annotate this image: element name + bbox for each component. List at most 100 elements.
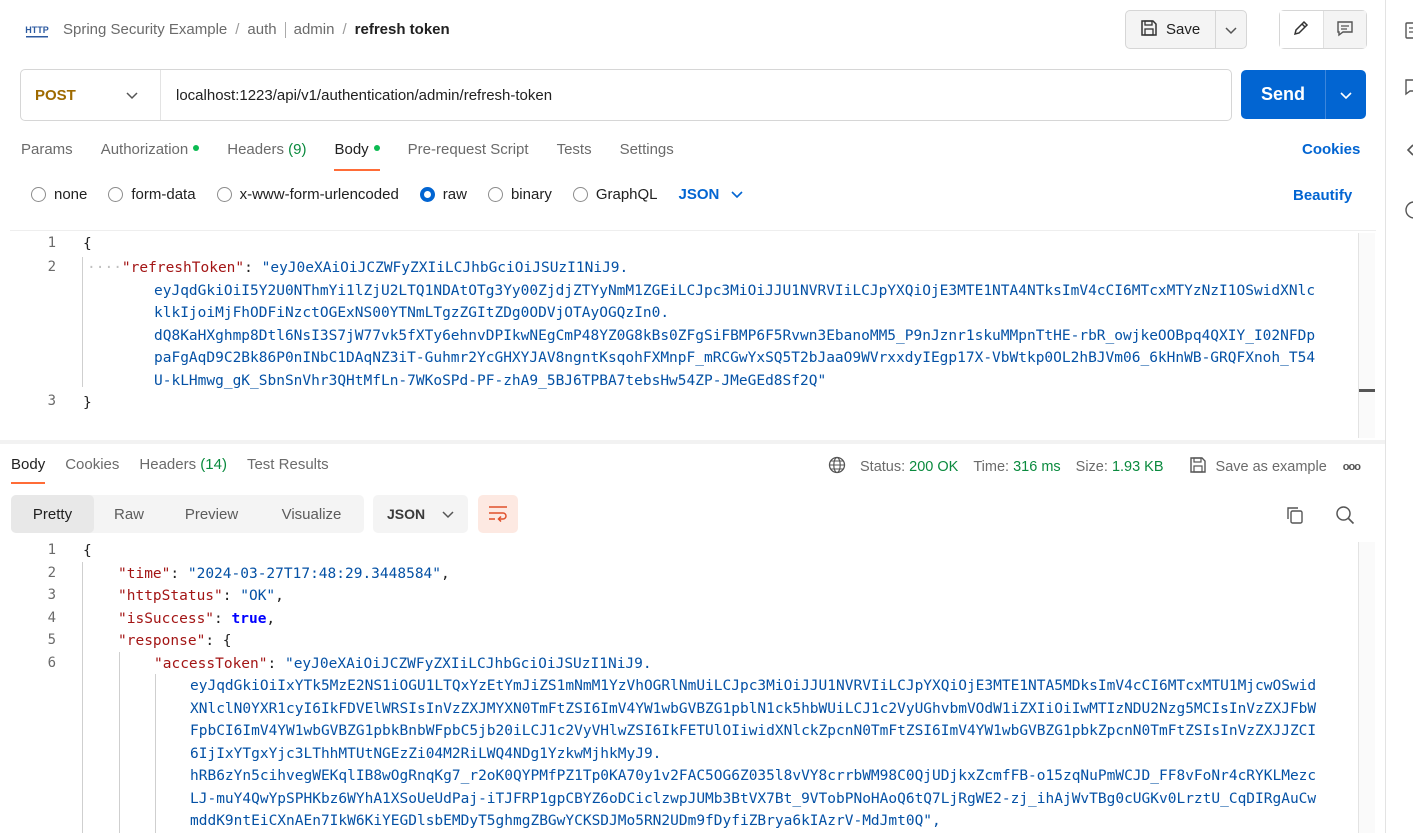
mode-toggle	[1279, 10, 1367, 49]
info-icon[interactable]	[1404, 200, 1413, 223]
save-button[interactable]: Save	[1126, 11, 1216, 48]
radio-urlencoded[interactable]: x-www-form-urlencoded	[216, 186, 399, 203]
beautify-link[interactable]: Beautify	[1293, 187, 1352, 204]
radio-circle-selected	[419, 187, 435, 202]
headers-count: (9)	[288, 141, 307, 158]
documentation-icon[interactable]	[1404, 22, 1413, 43]
body-format-select[interactable]: JSON	[679, 186, 744, 203]
chevron-down-icon	[731, 186, 743, 203]
radio-raw[interactable]: raw	[419, 186, 467, 203]
view-pretty[interactable]: Pretty	[11, 495, 94, 533]
radio-label: x-www-form-urlencoded	[239, 186, 399, 203]
more-options-icon[interactable]: ooo	[1343, 461, 1361, 473]
comments-button[interactable]	[1323, 11, 1366, 48]
tab-params[interactable]: Params	[21, 141, 73, 171]
copy-icon[interactable]	[1285, 505, 1305, 528]
radio-circle	[216, 187, 232, 202]
tab-response-cookies[interactable]: Cookies	[65, 456, 119, 484]
comments-icon[interactable]	[1404, 78, 1413, 99]
request-tabs: Params Authorization Headers (9) Body Pr…	[21, 141, 702, 171]
scrollbar-thumb[interactable]	[1359, 389, 1375, 392]
status-dot	[373, 145, 380, 152]
radio-graphql[interactable]: GraphQL	[572, 186, 658, 203]
code-line: FpbCI6ImV4YW1wbGVBZG1pbkBnbWFpbC5jb20iLC…	[190, 723, 1317, 739]
code-line: paFgAqD9C2Bk86P0nINbC1DAqNZ3iT-Guhmr2YcG…	[154, 350, 1316, 366]
body-format-label: JSON	[678, 186, 720, 203]
radio-label: raw	[442, 186, 467, 203]
code-line: XNlclN0YXR1cyI6IkFDVElWRSIsInVzZXJMYXN0T…	[190, 700, 1317, 717]
breadcrumb-folder-auth[interactable]: auth	[247, 21, 276, 38]
request-body-editor[interactable]: 1 2 3 { ····"refreshToken": "eyJ0eXAiOiJ…	[10, 230, 1376, 438]
json-key: "isSuccess"	[118, 610, 215, 627]
tab-body[interactable]: Body	[334, 141, 380, 171]
globe-icon[interactable]	[828, 456, 846, 478]
line-number: 2	[47, 259, 56, 275]
tab-label: Headers	[139, 456, 197, 473]
cookies-link[interactable]: Cookies	[1302, 141, 1360, 158]
editor-scrollbar[interactable]	[1358, 233, 1375, 438]
code-line: {	[83, 236, 92, 252]
save-example-button[interactable]: Save as example	[1189, 456, 1327, 478]
json-value: "OK"	[240, 588, 276, 604]
tab-tests[interactable]: Tests	[557, 141, 592, 171]
code-line: "accessToken": "eyJ0eXAiOiJCZWFyZXIiLCJh…	[154, 655, 652, 672]
response-scrollbar[interactable]	[1358, 542, 1375, 833]
response-body-viewer[interactable]: 1 2 3 4 5 6 { "time": "2024-03-27T17:48:…	[10, 540, 1376, 833]
line-number: 2	[47, 564, 56, 581]
save-icon	[1189, 456, 1207, 478]
code-icon[interactable]	[1404, 142, 1413, 161]
tab-authorization[interactable]: Authorization	[101, 141, 200, 171]
line-number: 3	[47, 587, 56, 603]
radio-none[interactable]: none	[31, 186, 87, 203]
radio-circle	[31, 187, 46, 202]
breadcrumb-collection[interactable]: Spring Security Example	[63, 21, 227, 38]
tab-authorization-label: Authorization	[100, 141, 189, 158]
tab-pre-request-script[interactable]: Pre-request Script	[408, 141, 529, 171]
tab-test-results[interactable]: Test Results	[247, 456, 329, 484]
http-request-icon: HTTP	[25, 21, 49, 41]
tab-headers[interactable]: Headers (9)	[227, 141, 306, 171]
tab-settings[interactable]: Settings	[620, 141, 674, 171]
line-number: 1	[47, 235, 56, 251]
radio-binary[interactable]: binary	[487, 186, 552, 203]
code-line: LJ-muY4QwYpSPHKbz6WYhA1XSoUeUdPaj-iTJFRP…	[190, 790, 1317, 807]
wrap-lines-button[interactable]	[478, 495, 518, 533]
code-line: eyJqdGkiOiIxYTk5MzE2NS1iOGU1LTQxYzEtYmJi…	[190, 678, 1317, 694]
view-visualize[interactable]: Visualize	[259, 495, 364, 533]
tab-response-headers[interactable]: Headers (14)	[139, 456, 227, 484]
radio-label: form-data	[131, 186, 196, 203]
pane-divider[interactable]	[0, 440, 1385, 444]
code-line: "time": "2024-03-27T17:48:29.3448584",	[118, 565, 450, 582]
breadcrumb-separator: /	[342, 21, 347, 38]
send-options-button[interactable]	[1326, 70, 1366, 119]
view-preview[interactable]: Preview	[164, 495, 259, 533]
tab-label: Body	[11, 456, 46, 473]
radio-form-data[interactable]: form-data	[108, 186, 196, 203]
save-options-button[interactable]	[1216, 11, 1246, 48]
response-view-modes: Pretty Raw Preview Visualize	[11, 495, 364, 533]
request-name[interactable]: refresh token	[355, 21, 450, 38]
radio-circle	[108, 187, 124, 202]
response-format-select[interactable]: JSON	[373, 495, 468, 533]
line-number: 6	[47, 654, 56, 671]
code-line: U-kLHmwg_gK_SbnSnVhr3QHtMfLn-7WKoSPd-PF-…	[154, 372, 827, 389]
url-input[interactable]: localhost:1223/api/v1/authentication/adm…	[161, 87, 552, 104]
method-select[interactable]: POST	[21, 70, 161, 120]
view-raw[interactable]: Raw	[94, 495, 164, 533]
time-value[interactable]: 316 ms	[1013, 459, 1061, 475]
breadcrumb-folder-admin[interactable]: admin	[294, 21, 335, 38]
tab-body-label: Body	[334, 141, 369, 158]
tab-label: Cookies	[65, 456, 120, 473]
send-button[interactable]: Send	[1241, 70, 1326, 119]
code-line: mddK9ntEiCXnAEn7IkW6KiYEGDlsbEMDyT5ghmgZ…	[190, 813, 941, 829]
edit-button[interactable]	[1280, 11, 1324, 48]
save-button-group: Save	[1125, 10, 1247, 49]
size-value[interactable]: 1.93 KB	[1112, 459, 1164, 475]
json-colon: :	[244, 260, 262, 276]
radio-label: GraphQL	[595, 186, 658, 203]
tab-response-body[interactable]: Body	[11, 456, 46, 484]
status-value[interactable]: 200 OK	[909, 459, 958, 475]
wrap-lines-icon	[487, 504, 509, 525]
search-icon[interactable]	[1335, 505, 1355, 528]
json-value: true	[231, 610, 267, 627]
